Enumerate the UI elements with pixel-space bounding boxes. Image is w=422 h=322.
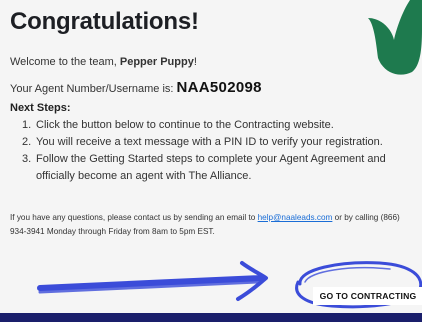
- welcome-prefix: Welcome to the team,: [10, 56, 120, 68]
- list-item: 2. You will receive a text message with …: [22, 134, 402, 151]
- contact-prefix: If you have any questions, please contac…: [10, 213, 258, 222]
- page-title: Congratulations!: [10, 8, 199, 35]
- agent-number-label: Your Agent Number/Username is:: [10, 83, 177, 95]
- step-text: Follow the Getting Started steps to comp…: [36, 153, 386, 182]
- next-steps-title: Next Steps:: [10, 102, 71, 114]
- welcome-message: Welcome to the team, Pepper Puppy!: [10, 56, 197, 68]
- contact-info: If you have any questions, please contac…: [10, 211, 410, 239]
- welcome-suffix: !: [193, 56, 197, 68]
- leaf-decoration-icon: [368, 0, 422, 75]
- next-steps-list: 1. Click the button below to continue to…: [22, 117, 402, 185]
- step-number: 1.: [22, 119, 32, 131]
- user-name: Pepper Puppy: [119, 56, 194, 68]
- email-link[interactable]: help@naaleads.com: [258, 213, 333, 222]
- step-text: Click the button below to continue to th…: [36, 119, 334, 131]
- step-number: 2.: [22, 136, 32, 148]
- go-to-contracting-button[interactable]: GO TO CONTRACTING: [313, 287, 422, 305]
- agent-number: NAA502098: [176, 79, 262, 96]
- step-text: You will receive a text message with a P…: [36, 136, 383, 148]
- step-number: 3.: [22, 153, 32, 165]
- list-item: 3. Follow the Getting Started steps to c…: [22, 151, 402, 185]
- list-item: 1. Click the button below to continue to…: [22, 117, 402, 134]
- agent-number-line: Your Agent Number/Username is: NAA502098: [10, 79, 262, 96]
